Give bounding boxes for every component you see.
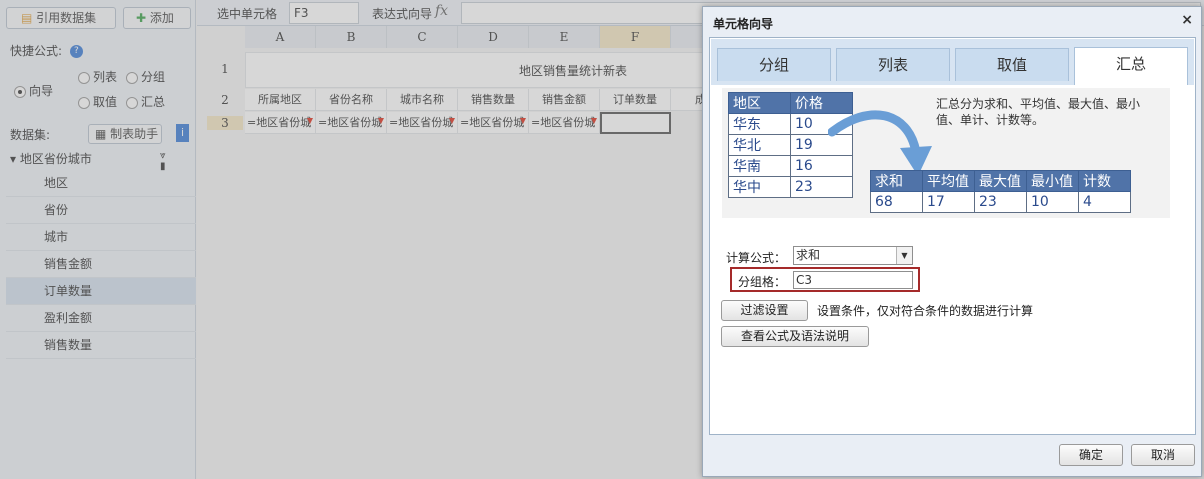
table-cell: 华东 xyxy=(728,113,791,135)
formula-label: 计算公式： xyxy=(726,251,787,265)
chevron-down-icon[interactable]: ▼ xyxy=(896,247,912,264)
table-header: 最小值 xyxy=(1026,170,1079,192)
summary-example-panel: 地区 价格 华东 10 华北 19 华南 16 华中 23 求和 平均值 最大值 最小值 … xyxy=(722,88,1170,218)
group-cell-input[interactable]: C3 xyxy=(793,271,913,289)
table-row: 68 17 23 10 4 xyxy=(870,191,1131,213)
tab-group[interactable]: 分组 xyxy=(717,48,831,81)
dialog-body: 分组 列表 取值 汇总 地区 价格 华东 10 华北 19 华南 16 华中 23 求和 … xyxy=(709,37,1196,435)
table-header: 地区 xyxy=(728,92,791,114)
table-header: 计数 xyxy=(1078,170,1131,192)
table-cell: 华北 xyxy=(728,134,791,156)
summary-table: 求和 平均值 最大值 最小值 计数 68 17 23 10 4 xyxy=(870,170,1131,213)
ok-button[interactable]: 确定 xyxy=(1059,444,1123,466)
close-icon[interactable]: × xyxy=(1181,12,1193,28)
filter-description: 设置条件，仅对符合条件的数据进行计算 xyxy=(817,304,1034,318)
table-cell: 23 xyxy=(974,191,1027,213)
table-header: 平均值 xyxy=(922,170,975,192)
table-header: 最大值 xyxy=(974,170,1027,192)
table-cell: 华南 xyxy=(728,155,791,177)
tab-list[interactable]: 列表 xyxy=(836,48,950,81)
tab-summary[interactable]: 汇总 xyxy=(1074,47,1188,85)
table-cell: 4 xyxy=(1078,191,1131,213)
formula-select[interactable]: 求和 ▼ xyxy=(793,246,913,265)
tab-value[interactable]: 取值 xyxy=(955,48,1069,81)
table-cell: 17 xyxy=(922,191,975,213)
table-cell: 68 xyxy=(870,191,923,213)
formula-select-value: 求和 xyxy=(796,248,821,262)
syntax-help-button[interactable]: 查看公式及语法说明 xyxy=(721,326,869,347)
arrow-icon xyxy=(828,110,932,176)
summary-description: 汇总分为求和、平均值、最大值、最小值、单计、计数等。 xyxy=(936,97,1141,127)
table-cell: 10 xyxy=(1026,191,1079,213)
group-cell-label: 分组格： xyxy=(738,275,787,289)
dialog-title: 单元格向导 xyxy=(713,17,774,31)
tab-strip: 分组 列表 取值 汇总 xyxy=(711,39,1194,85)
cell-wizard-dialog: 单元格向导 × 分组 列表 取值 汇总 地区 价格 华东 10 华北 19 华南 16 … xyxy=(702,6,1202,477)
cancel-button[interactable]: 取消 xyxy=(1131,444,1195,466)
filter-settings-button[interactable]: 过滤设置 xyxy=(721,300,808,321)
table-cell: 华中 xyxy=(728,176,791,198)
table-header: 求和 xyxy=(870,170,923,192)
